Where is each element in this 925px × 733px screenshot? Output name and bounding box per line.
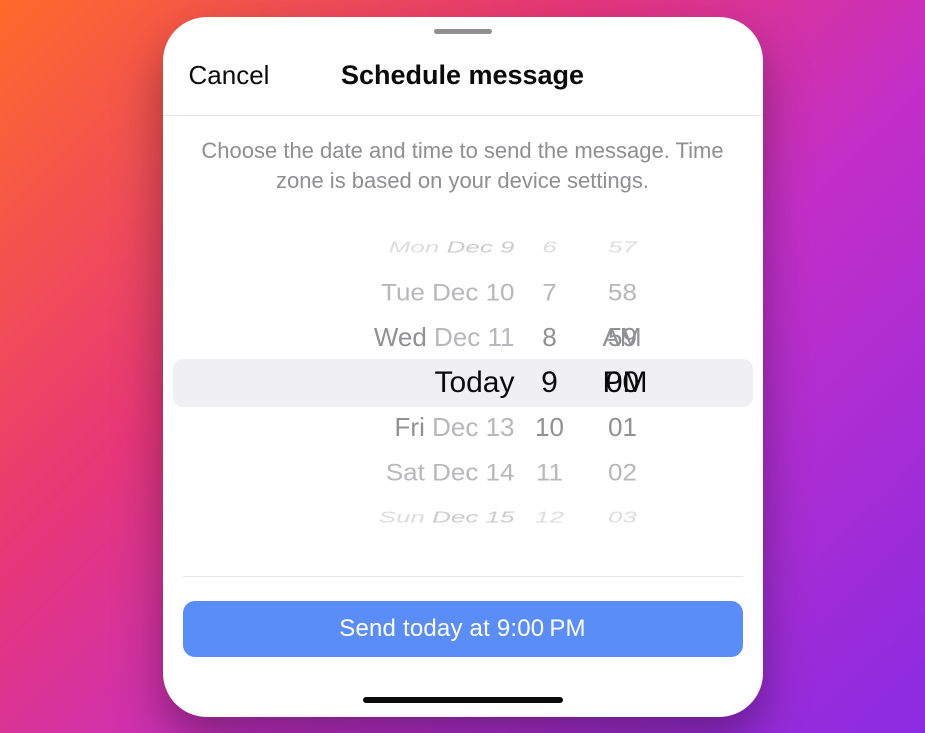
picker-row[interactable]: Sat Dec 14 11 02 — [173, 452, 753, 493]
ampm-option[interactable]: PM — [603, 366, 667, 400]
picker-row[interactable]: Fri Dec 13 10 01 — [173, 405, 753, 450]
sheet-grabber[interactable] — [434, 29, 492, 34]
schedule-sheet: Cancel Schedule message Choose the date … — [163, 17, 763, 717]
sheet-title: Schedule message — [341, 60, 584, 91]
picker-row[interactable]: Mon Dec 9 6 57 — [173, 234, 753, 261]
instruction-text: Choose the date and time to send the mes… — [163, 116, 763, 212]
footer-divider — [183, 576, 743, 577]
datetime-picker[interactable]: Mon Dec 9 6 57 Tue Dec 10 7 58 Wed Dec 1… — [163, 225, 763, 540]
ampm-option[interactable]: AM — [603, 322, 667, 353]
picker-row[interactable]: Sun Dec 15 12 03 — [173, 504, 753, 531]
picker-row[interactable]: Tue Dec 10 7 58 — [173, 272, 753, 313]
home-indicator[interactable] — [363, 697, 563, 703]
picker-row-selected[interactable]: Today 9 00 PM — [173, 360, 753, 405]
picker-row[interactable]: Wed Dec 11 8 59 AM — [173, 315, 753, 360]
sheet-footer: Send today at 9:00 PM — [163, 576, 763, 693]
sheet-header: Cancel Schedule message — [163, 37, 763, 115]
cancel-button[interactable]: Cancel — [189, 60, 270, 91]
send-scheduled-button[interactable]: Send today at 9:00 PM — [183, 601, 743, 657]
